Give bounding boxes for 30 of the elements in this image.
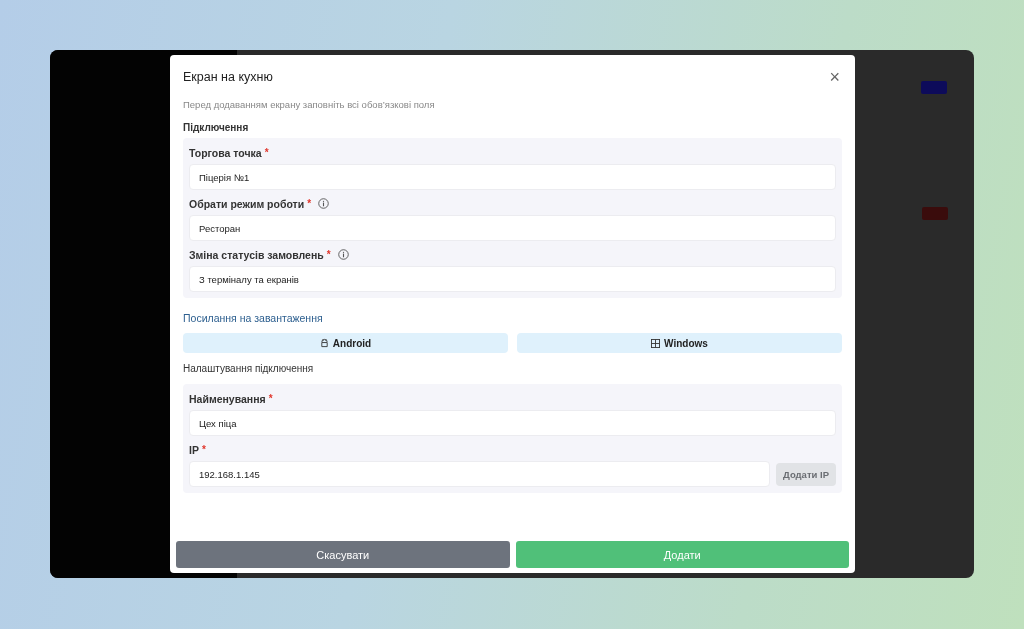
field-label: Обрати режим роботи bbox=[189, 197, 305, 210]
info-icon[interactable] bbox=[318, 198, 330, 209]
input-field[interactable]: З терміналу та екранів bbox=[189, 266, 836, 292]
add-ip-button[interactable]: Додати IP bbox=[776, 462, 836, 486]
required-mark: * bbox=[264, 147, 269, 158]
close-button[interactable]: × bbox=[827, 68, 842, 86]
required-mark: * bbox=[307, 198, 312, 209]
windows-icon bbox=[651, 338, 661, 348]
field-label: Торгова точка bbox=[189, 146, 262, 159]
hint-text: Перед додаванням екрану заповніть всі обов’язкові поля bbox=[183, 99, 436, 110]
info-icon[interactable] bbox=[337, 249, 349, 260]
required-mark: * bbox=[326, 249, 331, 260]
field-label: Найменування bbox=[189, 392, 266, 405]
input-field[interactable]: Ресторан bbox=[189, 215, 836, 241]
download-link[interactable]: Посилання на завантаження bbox=[183, 312, 842, 324]
field-label: Зміна статусів замовлень bbox=[189, 248, 324, 261]
input-field[interactable]: Піцерія №1 bbox=[189, 164, 836, 190]
tag-drawing bbox=[922, 207, 948, 220]
required-mark: * bbox=[268, 393, 273, 404]
field-label: IP bbox=[189, 443, 199, 456]
tag-drawing bbox=[921, 81, 947, 94]
download-button[interactable]: Windows bbox=[517, 333, 842, 353]
section-heading: Налаштування підключення bbox=[183, 363, 315, 374]
section-heading: Підключення bbox=[183, 122, 250, 133]
input-field[interactable]: Цех піца bbox=[189, 410, 836, 436]
dialog-title: Екран на кухню bbox=[183, 70, 273, 84]
download-button[interactable]: Android bbox=[183, 333, 508, 353]
input-field[interactable]: 192.168.1.145 bbox=[189, 461, 770, 487]
required-mark: * bbox=[201, 444, 206, 455]
cancel-button[interactable]: Скасувати bbox=[176, 541, 510, 568]
